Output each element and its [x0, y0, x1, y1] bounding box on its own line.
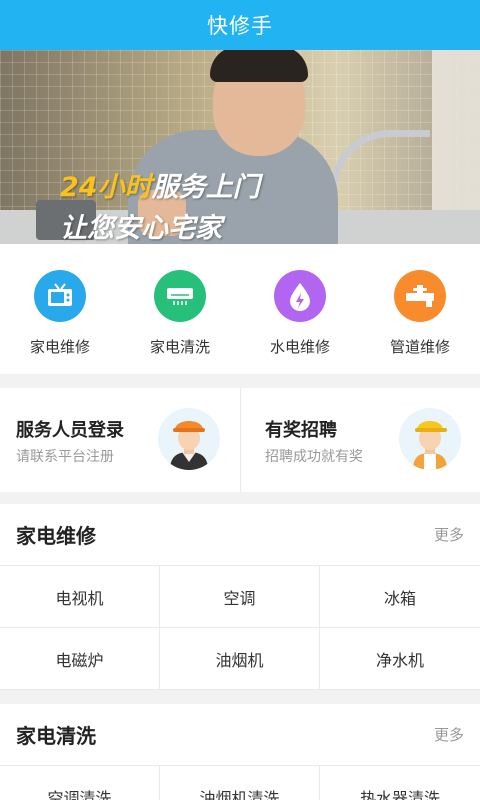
- banner-slogan-line1: 24小时服务上门: [60, 165, 260, 204]
- staff-login-card[interactable]: 服务人员登录 请联系平台注册: [0, 388, 240, 492]
- recruit-title: 有奖招聘: [265, 420, 337, 441]
- category-label: 水电维修: [269, 338, 330, 356]
- banner-slogan-accent: 24小时: [60, 172, 152, 203]
- section-title: 家电清洗: [16, 724, 96, 748]
- title-bar: 快修手: [0, 0, 480, 50]
- banner-person-hair: [210, 50, 308, 82]
- service-item[interactable]: 冰箱: [320, 566, 480, 628]
- banner-slogan-line2: 让您安心宅家: [60, 213, 222, 244]
- category-label: 管道维修: [389, 338, 450, 356]
- service-item[interactable]: 电视机: [0, 566, 160, 628]
- category-row: 家电维修 家电清洗 水电维修 管道维修: [0, 244, 480, 374]
- section-title: 家电维修: [16, 524, 96, 548]
- water-drop-bolt-icon: [274, 270, 326, 322]
- recruit-card[interactable]: 有奖招聘 招聘成功就有奖: [240, 388, 480, 492]
- app-title: 快修手: [207, 14, 273, 38]
- service-grid: 电视机 空调 冰箱 电磁炉 油烟机 净水机: [0, 566, 480, 690]
- category-appliance-cleaning[interactable]: 家电清洗: [120, 244, 240, 374]
- service-item[interactable]: 油烟机清洗: [160, 766, 320, 800]
- section-appliance-cleaning: 家电清洗 更多 空调清洗 油烟机清洗 热水器清洗: [0, 704, 480, 800]
- section-header: 家电维修 更多: [0, 504, 480, 566]
- staff-login-title: 服务人员登录: [16, 420, 124, 441]
- worker-avatar-icon: [399, 408, 461, 470]
- service-item[interactable]: 油烟机: [160, 628, 320, 690]
- pipe-faucet-icon: [394, 270, 446, 322]
- category-water-electric-repair[interactable]: 水电维修: [240, 244, 360, 374]
- category-label: 家电清洗: [149, 338, 210, 356]
- promo-row: 服务人员登录 请联系平台注册 有奖招聘 招聘成功就有奖: [0, 388, 480, 492]
- service-item[interactable]: 空调: [160, 566, 320, 628]
- more-link[interactable]: 更多: [434, 724, 464, 745]
- service-grid: 空调清洗 油烟机清洗 热水器清洗: [0, 766, 480, 800]
- tv-icon: [34, 270, 86, 322]
- section-header: 家电清洗 更多: [0, 704, 480, 766]
- service-item[interactable]: 电磁炉: [0, 628, 160, 690]
- category-pipe-repair[interactable]: 管道维修: [360, 244, 480, 374]
- section-appliance-repair: 家电维修 更多 电视机 空调 冰箱 电磁炉 油烟机 净水机: [0, 504, 480, 690]
- more-link[interactable]: 更多: [434, 524, 464, 545]
- recruit-subtitle: 招聘成功就有奖: [265, 449, 363, 465]
- service-item[interactable]: 热水器清洗: [320, 766, 480, 800]
- promo-banner[interactable]: 24小时服务上门 让您安心宅家: [0, 50, 480, 244]
- category-appliance-repair[interactable]: 家电维修: [0, 244, 120, 374]
- category-label: 家电维修: [29, 338, 90, 356]
- service-item[interactable]: 空调清洗: [0, 766, 160, 800]
- air-conditioner-icon: [154, 270, 206, 322]
- worker-avatar-icon: [158, 408, 220, 470]
- service-item[interactable]: 净水机: [320, 628, 480, 690]
- banner-slogan-rest: 服务上门: [151, 172, 260, 203]
- staff-login-subtitle: 请联系平台注册: [16, 449, 114, 465]
